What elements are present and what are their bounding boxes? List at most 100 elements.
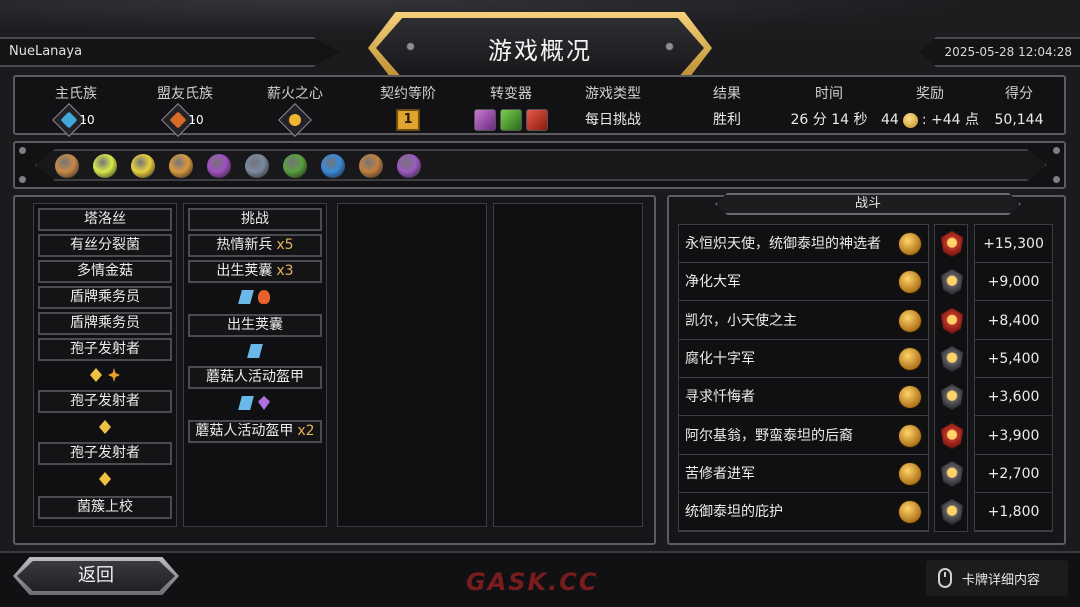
battle-score: +1,800 <box>975 493 1052 531</box>
stat-reward: 奖励 44 : +44 点 <box>881 86 979 128</box>
stat-pyre-heart[interactable]: 薪火之心 <box>261 77 329 137</box>
card-spore-launcher[interactable]: 孢子发射者 <box>38 442 172 465</box>
deck-column-4 <box>493 203 643 527</box>
upgrade-row <box>38 416 172 438</box>
battle-row[interactable]: 苦修者进军 <box>679 455 928 493</box>
flame-icon <box>258 290 270 304</box>
rivet-icon <box>406 42 415 51</box>
stat-covenant[interactable]: 契约等阶 1 <box>371 77 445 133</box>
battle-list: 永恒炽天使，统御泰坦的神选者净化大军凯尔，小天使之主 腐化十字军寻求忏悔者阿尔基翁… <box>678 224 929 532</box>
deck-panel: 塔洛丝 有丝分裂菌 多情金菇 盾牌乘务员 盾牌乘务员 孢子发射者 孢子发射者 孢… <box>13 195 656 545</box>
battle-score: +2,700 <box>975 455 1052 493</box>
card-mushroom-armor[interactable]: 蘑菇人活动盔甲 x2 <box>188 420 322 443</box>
card-spore-launcher[interactable]: 孢子发射者 <box>38 338 172 361</box>
blue-shard-icon <box>247 344 263 358</box>
card-challenge[interactable]: 挑战 <box>188 208 322 231</box>
battle-row[interactable]: 寻求忏悔者 <box>679 378 928 416</box>
stat-main-clan[interactable]: 主氏族 10 <box>49 77 103 137</box>
battle-score-column: +15,300 +9,000 +8,400 +5,400 +3,600 +3,900 +2,… <box>974 224 1053 532</box>
altar-relic-icon[interactable] <box>207 154 231 178</box>
battle-row[interactable]: 凯尔，小天使之主 <box>679 302 928 340</box>
anvil-relic-icon[interactable] <box>245 154 269 178</box>
battle-name: 寻求忏悔者 <box>685 389 755 405</box>
mutator-2-icon[interactable] <box>500 109 522 131</box>
card-shield-steward[interactable]: 盾牌乘务员 <box>38 312 172 335</box>
elite-rank-icon <box>941 231 963 257</box>
blue-shard-icon <box>238 396 254 410</box>
battle-name: 苦修者进军 <box>685 466 755 482</box>
card-detail-hint[interactable]: 卡牌详细内容 <box>926 560 1068 596</box>
upgrade-row <box>188 392 322 414</box>
card-talos[interactable]: 塔洛丝 <box>38 208 172 231</box>
mouse-icon <box>938 568 952 588</box>
stat-time: 时间 26 分 14 秒 <box>790 86 868 128</box>
deck-column-3 <box>337 203 487 527</box>
player-name: NueLanaya <box>0 37 340 67</box>
battle-name: 凯尔，小天使之主 <box>685 313 797 329</box>
battle-row[interactable]: 腐化十字军 <box>679 340 928 378</box>
battle-panel: 战斗 永恒炽天使，统御泰坦的神选者净化大军凯尔，小天使之主 腐化十字军寻求忏悔者阿… <box>667 193 1066 545</box>
purple-claw-relic-icon[interactable] <box>397 154 421 178</box>
battle-score: +3,600 <box>975 378 1052 416</box>
goblin-relic-icon[interactable] <box>283 154 307 178</box>
deck-column-1: 塔洛丝 有丝分裂菌 多情金菇 盾牌乘务员 盾牌乘务员 孢子发射者 孢子发射者 孢… <box>33 203 177 527</box>
card-shield-steward[interactable]: 盾牌乘务员 <box>38 286 172 309</box>
stat-game-mode: 游戏类型 每日挑战 <box>585 86 641 128</box>
boss-emblem-icon <box>898 270 922 294</box>
card-birth-pod[interactable]: 出生荚囊 <box>188 314 322 337</box>
covenant-badge: 1 <box>396 109 420 131</box>
crystal-relic-icon[interactable] <box>131 154 155 178</box>
normal-rank-icon <box>941 499 963 525</box>
normal-rank-icon <box>941 384 963 410</box>
mutator-1-icon[interactable] <box>474 109 496 131</box>
stat-mutators[interactable]: 转变器 <box>471 77 551 133</box>
rivet-icon <box>665 42 674 51</box>
boss-emblem-icon <box>898 424 922 448</box>
card-spore-launcher[interactable]: 孢子发射者 <box>38 390 172 413</box>
normal-rank-icon <box>941 461 963 487</box>
tab-battle[interactable]: 战斗 <box>715 193 1021 215</box>
boss-emblem-icon <box>898 232 922 256</box>
upgrade-row <box>188 340 322 362</box>
battle-row[interactable]: 永恒炽天使，统御泰坦的神选者 <box>679 225 928 263</box>
card-birth-pod[interactable]: 出生荚囊 x3 <box>188 260 322 283</box>
gold-gem-icon <box>99 472 111 486</box>
spark-relic-icon[interactable] <box>93 154 117 178</box>
battle-score: +9,000 <box>975 263 1052 301</box>
sun-gem-icon <box>108 368 120 382</box>
boss-emblem-icon <box>898 500 922 524</box>
boss-emblem-icon <box>898 385 922 409</box>
upgrade-row <box>38 468 172 490</box>
gold-gem-icon <box>99 420 111 434</box>
battle-row[interactable]: 统御泰坦的庇护 <box>679 493 928 531</box>
back-button-label: 返回 <box>17 561 175 591</box>
card-colonel-cluster[interactable]: 菌簇上校 <box>38 496 172 519</box>
gold-gem-icon <box>90 368 102 382</box>
run-datetime: 2025-05-28 12:04:28 <box>920 37 1080 67</box>
elite-rank-icon <box>941 308 963 334</box>
card-mushroom-armor[interactable]: 蘑菇人活动盔甲 <box>188 366 322 389</box>
normal-rank-icon <box>941 269 963 295</box>
card-passion-recruit[interactable]: 热情新兵 x5 <box>188 234 322 257</box>
deck-column-2: 挑战 热情新兵 x5 出生荚囊 x3 出生荚囊 蘑菇人活动盔甲 蘑菇人活动盔甲 x2 <box>183 203 327 527</box>
stat-result: 结果 胜利 <box>713 86 741 128</box>
card-mitosis-fungus[interactable]: 有丝分裂菌 <box>38 234 172 257</box>
battle-name: 净化大军 <box>685 274 741 290</box>
blue-shard-relic-icon[interactable] <box>321 154 345 178</box>
stat-allied-clan[interactable]: 盟友氏族 10 <box>151 77 219 137</box>
battle-row[interactable]: 阿尔基翁，野蛮泰坦的后裔 <box>679 417 928 455</box>
title-banner: 游戏概况 <box>368 12 712 84</box>
battle-score: +15,300 <box>975 225 1052 263</box>
normal-rank-icon <box>941 346 963 372</box>
brazier-relic-icon[interactable] <box>359 154 383 178</box>
card-amorous-goldcap[interactable]: 多情金菇 <box>38 260 172 283</box>
wheel-relic-icon[interactable] <box>55 154 79 178</box>
battle-name: 腐化十字军 <box>685 351 755 367</box>
battle-score: +8,400 <box>975 302 1052 340</box>
battle-name: 统御泰坦的庇护 <box>685 504 783 520</box>
mutator-3-icon[interactable] <box>526 109 548 131</box>
battle-row[interactable]: 净化大军 <box>679 263 928 301</box>
back-button[interactable]: 返回 <box>13 557 179 595</box>
ring-relic-icon[interactable] <box>169 154 193 178</box>
elite-rank-icon <box>941 423 963 449</box>
